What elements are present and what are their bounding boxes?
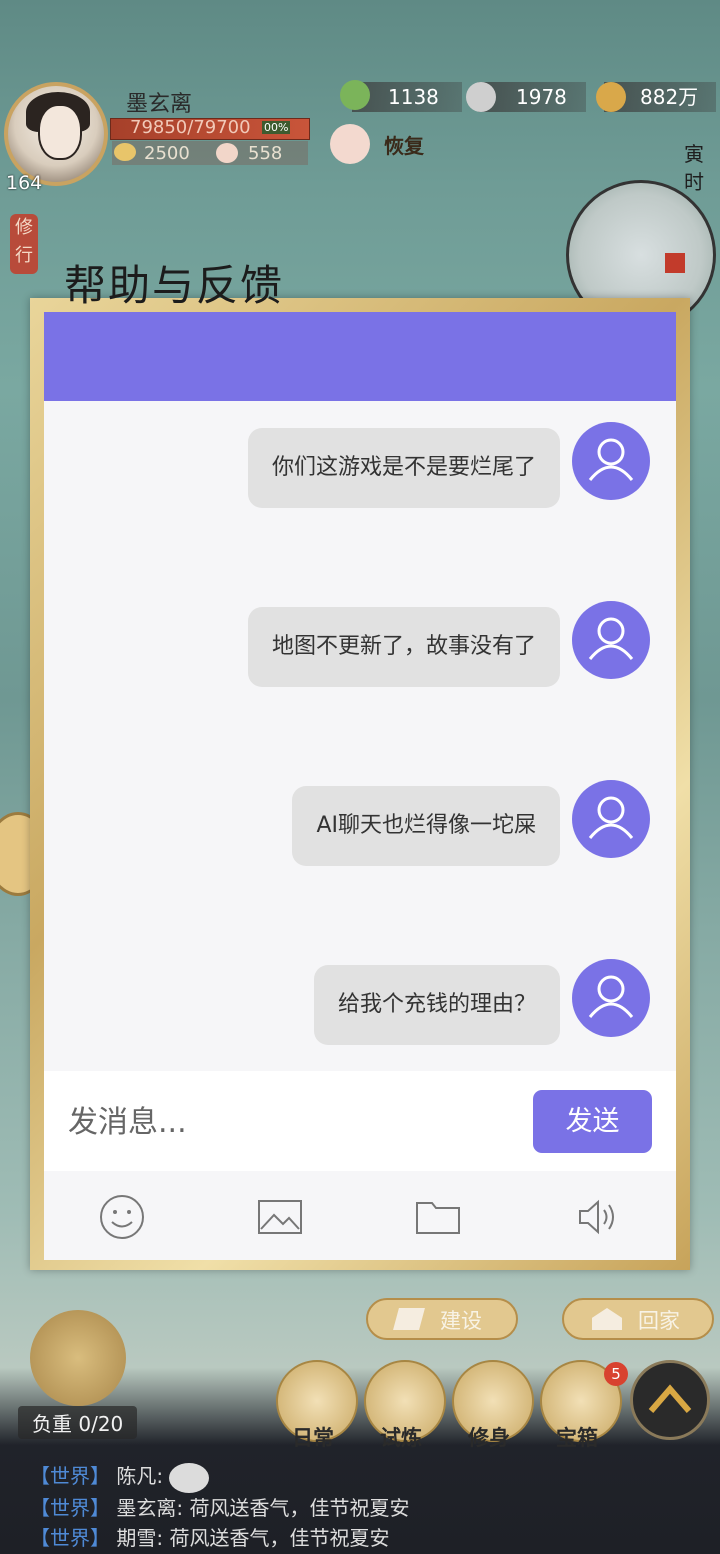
message-row: 你们这游戏是不是要烂尾了 <box>44 422 676 508</box>
treasure-badge: 5 <box>604 1362 628 1386</box>
user-avatar-icon <box>572 780 650 858</box>
build-label: 建设 <box>440 1309 482 1333</box>
message-row: 给我个充钱的理由？ <box>44 959 676 1045</box>
resource-coins-value: 882万 <box>640 85 699 109</box>
resource-jade-value: 1138 <box>388 85 439 109</box>
resource-jade[interactable]: 1138 <box>340 80 462 112</box>
treasure-label: 宝箱 <box>556 1425 598 1450</box>
image-icon[interactable] <box>256 1193 304 1241</box>
avatar-face <box>38 104 82 160</box>
send-button[interactable]: 发送 <box>533 1090 652 1153</box>
chat-channel: 【世界】 <box>30 1464 110 1488</box>
resource-silver[interactable]: 1978 <box>466 82 586 112</box>
cultivate-label: 修身 <box>468 1425 510 1450</box>
user-avatar-icon <box>572 959 650 1037</box>
chat-line[interactable]: 【世界】 陈凡: <box>30 1460 210 1493</box>
player-name: 墨玄离 <box>126 92 193 117</box>
resource-silver-value: 1978 <box>516 85 567 109</box>
player-avatar[interactable] <box>4 82 108 186</box>
message-bubble: 地图不更新了，故事没有了 <box>247 607 560 687</box>
stat-a: 2500 <box>144 143 190 164</box>
player-level: 164 <box>6 172 43 194</box>
weight-indicator: 负重 0/20 <box>18 1406 138 1439</box>
chat-text: 陈凡: <box>116 1464 164 1488</box>
hp-percent: 00% <box>262 121 291 134</box>
resource-coins[interactable]: 882万 <box>596 82 716 112</box>
message-row: 地图不更新了，故事没有了 <box>44 601 676 687</box>
bun-icon <box>216 143 238 163</box>
bag-button[interactable] <box>30 1310 126 1406</box>
build-button[interactable]: 建设 <box>366 1298 518 1340</box>
daily-label: 日常 <box>292 1425 334 1450</box>
emoji-sticker-icon <box>169 1462 210 1493</box>
chat-channel: 【世界】 <box>30 1526 110 1550</box>
silver-ingot-icon <box>466 82 496 112</box>
feedback-panel: 你们这游戏是不是要烂尾了 地图不更新了，故事没有了 AI聊天也烂得像一坨屎 给我… <box>44 312 676 1260</box>
message-input-bar: 发送 <box>44 1071 676 1171</box>
home-button[interactable]: 回家 <box>562 1298 714 1340</box>
chat-channel: 【世界】 <box>30 1496 110 1520</box>
chat-text: 期雪: 荷风送香气，佳节祝夏安 <box>116 1526 390 1550</box>
time-indicator: 寅时 <box>684 142 704 194</box>
chat-line[interactable]: 【世界】 墨玄离: 荷风送香气，佳节祝夏安 <box>30 1492 409 1521</box>
city-marker-icon <box>665 253 685 273</box>
chat-line[interactable]: 【世界】 期雪: 荷风送香气，佳节祝夏安 <box>30 1522 389 1551</box>
message-input[interactable] <box>66 1097 490 1147</box>
stat-b: 558 <box>248 143 283 164</box>
message-bubble: AI聊天也烂得像一坨屎 <box>292 786 560 866</box>
dialog-title: 帮助与反馈 <box>64 261 285 310</box>
restore-button[interactable]: 恢复 <box>384 130 424 159</box>
hp-text: 79850/79700 <box>130 117 251 138</box>
smile-icon[interactable] <box>98 1193 146 1241</box>
user-avatar-icon <box>572 422 650 500</box>
cabbage-icon <box>340 80 370 110</box>
speaker-icon[interactable] <box>574 1193 622 1241</box>
panel-header <box>44 312 676 401</box>
hammer-icon <box>393 1308 425 1330</box>
chat-text: 墨玄离: 荷风送香气，佳节祝夏安 <box>116 1496 410 1520</box>
message-bubble: 给我个充钱的理由？ <box>313 965 560 1045</box>
stat-bar: 2500 558 <box>112 141 308 165</box>
trial-label: 试炼 <box>380 1425 422 1450</box>
peach-bun-icon <box>330 124 370 164</box>
user-avatar-icon <box>572 601 650 679</box>
bowl-icon <box>114 143 136 161</box>
house-icon <box>592 1308 622 1330</box>
folder-icon[interactable] <box>414 1193 462 1241</box>
message-bubble: 你们这游戏是不是要烂尾了 <box>247 428 560 508</box>
message-row: AI聊天也烂得像一坨屎 <box>44 780 676 866</box>
input-toolbar <box>44 1171 676 1260</box>
coins-icon <box>596 82 626 112</box>
menu-toggle-button[interactable] <box>630 1360 710 1440</box>
home-label: 回家 <box>638 1309 680 1333</box>
cultivation-tab[interactable]: 修行 <box>10 214 38 274</box>
